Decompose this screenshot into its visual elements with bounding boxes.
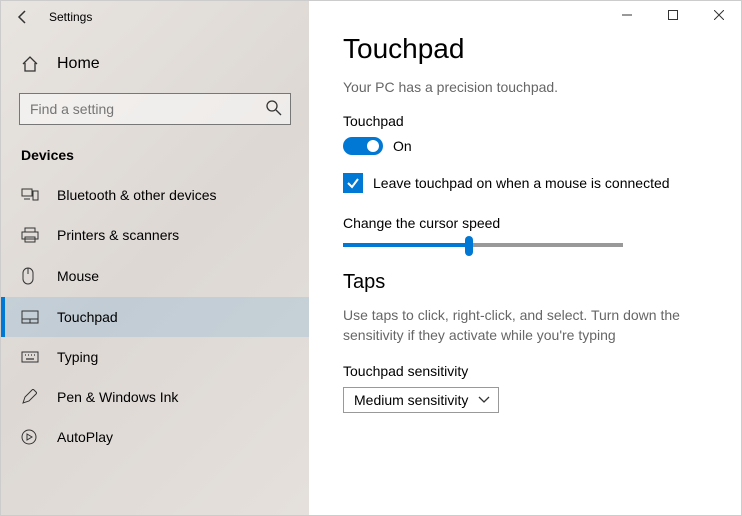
toggle-label: Touchpad — [343, 113, 707, 129]
search-box[interactable] — [19, 93, 291, 125]
nav-label: Typing — [57, 349, 98, 365]
nav-printers[interactable]: Printers & scanners — [1, 215, 309, 255]
mouse-icon — [21, 267, 41, 285]
nav-mouse[interactable]: Mouse — [1, 255, 309, 297]
page-subtitle: Your PC has a precision touchpad. — [343, 79, 707, 95]
nav-label: Bluetooth & other devices — [57, 187, 217, 203]
sensitivity-label: Touchpad sensitivity — [343, 363, 707, 379]
search-input[interactable] — [19, 93, 291, 125]
nav-label: Mouse — [57, 268, 99, 284]
toggle-state: On — [393, 138, 412, 154]
home-icon — [21, 55, 41, 73]
taps-description: Use taps to click, right-click, and sele… — [343, 306, 707, 345]
nav-typing[interactable]: Typing — [1, 337, 309, 377]
nav-label: AutoPlay — [57, 429, 113, 445]
printer-icon — [21, 227, 41, 243]
slider-thumb[interactable] — [465, 236, 473, 256]
nav-label: Touchpad — [57, 309, 118, 325]
devices-icon — [21, 188, 41, 202]
touchpad-toggle[interactable] — [343, 137, 383, 155]
taps-heading: Taps — [343, 271, 707, 294]
pen-icon — [21, 389, 41, 405]
nav-touchpad[interactable]: Touchpad — [1, 297, 309, 337]
slider-fill — [343, 243, 469, 247]
nav-autoplay[interactable]: AutoPlay — [1, 417, 309, 457]
nav-pen[interactable]: Pen & Windows Ink — [1, 377, 309, 417]
nav-label: Pen & Windows Ink — [57, 389, 178, 405]
nav-bluetooth[interactable]: Bluetooth & other devices — [1, 175, 309, 215]
home-label: Home — [57, 55, 100, 73]
minimize-button[interactable] — [604, 1, 650, 30]
back-button[interactable] — [13, 7, 33, 27]
checkbox-label: Leave touchpad on when a mouse is connec… — [373, 175, 670, 191]
page-heading: Touchpad — [343, 33, 707, 65]
search-icon — [265, 99, 283, 117]
nav-label: Printers & scanners — [57, 227, 179, 243]
chevron-down-icon — [478, 396, 490, 404]
leave-on-checkbox[interactable] — [343, 173, 363, 193]
category-heading: Devices — [1, 139, 309, 175]
autoplay-icon — [21, 429, 41, 445]
maximize-button[interactable] — [650, 1, 696, 30]
sensitivity-value: Medium sensitivity — [354, 392, 468, 408]
touchpad-icon — [21, 310, 41, 324]
close-button[interactable] — [696, 1, 741, 30]
keyboard-icon — [21, 351, 41, 363]
window-title: Settings — [49, 10, 92, 24]
cursor-speed-label: Change the cursor speed — [343, 215, 707, 231]
home-nav[interactable]: Home — [1, 45, 309, 83]
sensitivity-select[interactable]: Medium sensitivity — [343, 387, 499, 413]
cursor-speed-slider[interactable] — [343, 243, 623, 247]
